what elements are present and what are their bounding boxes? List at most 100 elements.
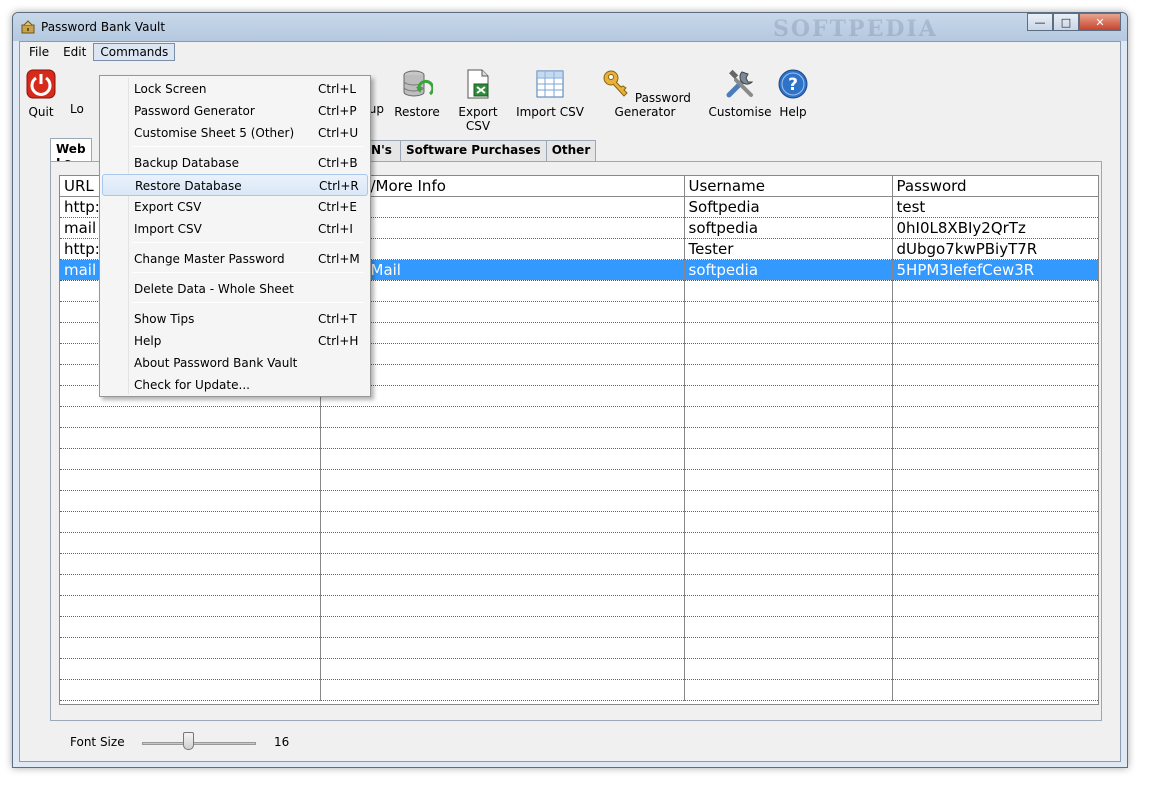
table-row[interactable] bbox=[60, 616, 1098, 638]
table-row[interactable] bbox=[60, 679, 1098, 701]
table-cell-username[interactable] bbox=[684, 553, 893, 575]
table-cell-username[interactable]: Tester bbox=[684, 238, 893, 260]
table-cell-username[interactable] bbox=[684, 427, 893, 449]
table-cell-info[interactable] bbox=[320, 196, 685, 218]
menu-item-show-tips[interactable]: Show Tips Ctrl+T bbox=[102, 308, 368, 330]
table-cell-info[interactable] bbox=[320, 511, 685, 533]
table-cell-password[interactable] bbox=[892, 280, 1098, 302]
table-cell-password[interactable]: 0hI0L8XBIy2QrTz bbox=[892, 217, 1098, 239]
export-csv-button[interactable]: Export CSV bbox=[446, 68, 510, 133]
table-cell-username[interactable] bbox=[684, 637, 893, 659]
table-row[interactable] bbox=[60, 658, 1098, 680]
help-button[interactable]: ? Help bbox=[776, 68, 810, 119]
table-cell-password[interactable]: 5HPM3IefefCew3R bbox=[892, 259, 1098, 281]
maximize-button[interactable]: □ bbox=[1053, 13, 1079, 31]
table-cell-info[interactable] bbox=[320, 217, 685, 239]
table-cell-info[interactable] bbox=[320, 532, 685, 554]
table-cell-username[interactable] bbox=[684, 364, 893, 386]
lock-button[interactable]: Lo bbox=[70, 68, 94, 116]
table-cell-info[interactable] bbox=[320, 427, 685, 449]
table-row[interactable] bbox=[60, 532, 1098, 554]
table-cell-username[interactable] bbox=[684, 385, 893, 407]
table-cell-url[interactable] bbox=[60, 553, 321, 575]
table-cell-username[interactable] bbox=[684, 343, 893, 365]
menu-item-backup-database[interactable]: Backup Database Ctrl+B bbox=[102, 152, 368, 174]
customise-button[interactable]: Customise bbox=[708, 68, 772, 119]
table-cell-password[interactable] bbox=[892, 448, 1098, 470]
table-row[interactable] bbox=[60, 637, 1098, 659]
restore-button[interactable]: Restore bbox=[392, 68, 442, 119]
table-cell-password[interactable] bbox=[892, 469, 1098, 491]
table-cell-password[interactable] bbox=[892, 406, 1098, 428]
table-cell-password[interactable] bbox=[892, 532, 1098, 554]
table-cell-url[interactable] bbox=[60, 637, 321, 659]
table-cell-url[interactable] bbox=[60, 490, 321, 512]
table-cell-password[interactable] bbox=[892, 301, 1098, 323]
table-cell-username[interactable] bbox=[684, 532, 893, 554]
column-header-info[interactable]: /More Info bbox=[320, 176, 685, 197]
table-cell-info[interactable] bbox=[320, 406, 685, 428]
table-cell-password[interactable] bbox=[892, 385, 1098, 407]
minimize-button[interactable]: — bbox=[1027, 13, 1053, 31]
table-cell-username[interactable] bbox=[684, 511, 893, 533]
table-cell-password[interactable] bbox=[892, 637, 1098, 659]
table-cell-info[interactable] bbox=[320, 364, 685, 386]
title-bar[interactable]: Password Bank Vault SOFTPEDIA — □ ✕ bbox=[13, 13, 1127, 42]
table-cell-info[interactable] bbox=[320, 490, 685, 512]
table-cell-url[interactable] bbox=[60, 574, 321, 596]
table-cell-username[interactable] bbox=[684, 301, 893, 323]
table-row[interactable] bbox=[60, 595, 1098, 617]
table-cell-info[interactable] bbox=[320, 448, 685, 470]
table-cell-username[interactable] bbox=[684, 322, 893, 344]
table-cell-username[interactable] bbox=[684, 658, 893, 680]
table-cell-info[interactable] bbox=[320, 553, 685, 575]
table-row[interactable] bbox=[60, 406, 1098, 428]
menu-item-password-generator[interactable]: Password Generator Ctrl+P bbox=[102, 100, 368, 122]
table-cell-password[interactable] bbox=[892, 679, 1098, 701]
table-cell-username[interactable]: Softpedia bbox=[684, 196, 893, 218]
table-cell-password[interactable] bbox=[892, 427, 1098, 449]
table-cell-password[interactable] bbox=[892, 364, 1098, 386]
table-cell-info[interactable] bbox=[320, 658, 685, 680]
table-cell-url[interactable] bbox=[60, 469, 321, 491]
table-cell-info[interactable] bbox=[320, 469, 685, 491]
menu-item-change-master-password[interactable]: Change Master Password Ctrl+M bbox=[102, 248, 368, 270]
table-cell-url[interactable] bbox=[60, 406, 321, 428]
table-cell-url[interactable] bbox=[60, 658, 321, 680]
quit-button[interactable]: Quit bbox=[24, 68, 58, 119]
table-cell-info[interactable]: Mail bbox=[320, 259, 685, 281]
menu-item-about-password-bank-vault[interactable]: About Password Bank Vault bbox=[102, 352, 368, 374]
table-cell-username[interactable]: softpedia bbox=[684, 259, 893, 281]
menu-item-help[interactable]: Help Ctrl+H bbox=[102, 330, 368, 352]
table-cell-url[interactable] bbox=[60, 616, 321, 638]
menu-edit[interactable]: Edit bbox=[56, 43, 93, 61]
table-cell-info[interactable] bbox=[320, 301, 685, 323]
table-cell-username[interactable] bbox=[684, 616, 893, 638]
table-row[interactable] bbox=[60, 427, 1098, 449]
menu-file[interactable]: File bbox=[22, 43, 56, 61]
table-cell-username[interactable] bbox=[684, 595, 893, 617]
table-cell-info[interactable] bbox=[320, 574, 685, 596]
table-cell-url[interactable] bbox=[60, 679, 321, 701]
table-cell-username[interactable]: softpedia bbox=[684, 217, 893, 239]
table-row[interactable] bbox=[60, 511, 1098, 533]
table-cell-url[interactable] bbox=[60, 427, 321, 449]
menu-item-delete-data-whole-sheet[interactable]: Delete Data - Whole Sheet bbox=[102, 278, 368, 300]
table-cell-info[interactable] bbox=[320, 280, 685, 302]
table-cell-info[interactable] bbox=[320, 637, 685, 659]
table-row[interactable] bbox=[60, 490, 1098, 512]
table-cell-info[interactable] bbox=[320, 385, 685, 407]
table-cell-username[interactable] bbox=[684, 574, 893, 596]
menu-item-lock-screen[interactable]: Lock Screen Ctrl+L bbox=[102, 78, 368, 100]
table-cell-info[interactable] bbox=[320, 616, 685, 638]
tab-web-logins[interactable]: Web Lo bbox=[50, 138, 92, 161]
table-cell-password[interactable] bbox=[892, 322, 1098, 344]
table-row[interactable] bbox=[60, 553, 1098, 575]
import-csv-button[interactable]: Import CSV bbox=[516, 68, 584, 119]
close-button[interactable]: ✕ bbox=[1079, 13, 1121, 31]
table-cell-password[interactable] bbox=[892, 553, 1098, 575]
table-cell-info[interactable] bbox=[320, 595, 685, 617]
table-row[interactable] bbox=[60, 574, 1098, 596]
password-generator-button[interactable]: Password Generator bbox=[590, 68, 700, 119]
font-size-slider-track[interactable] bbox=[142, 742, 256, 745]
